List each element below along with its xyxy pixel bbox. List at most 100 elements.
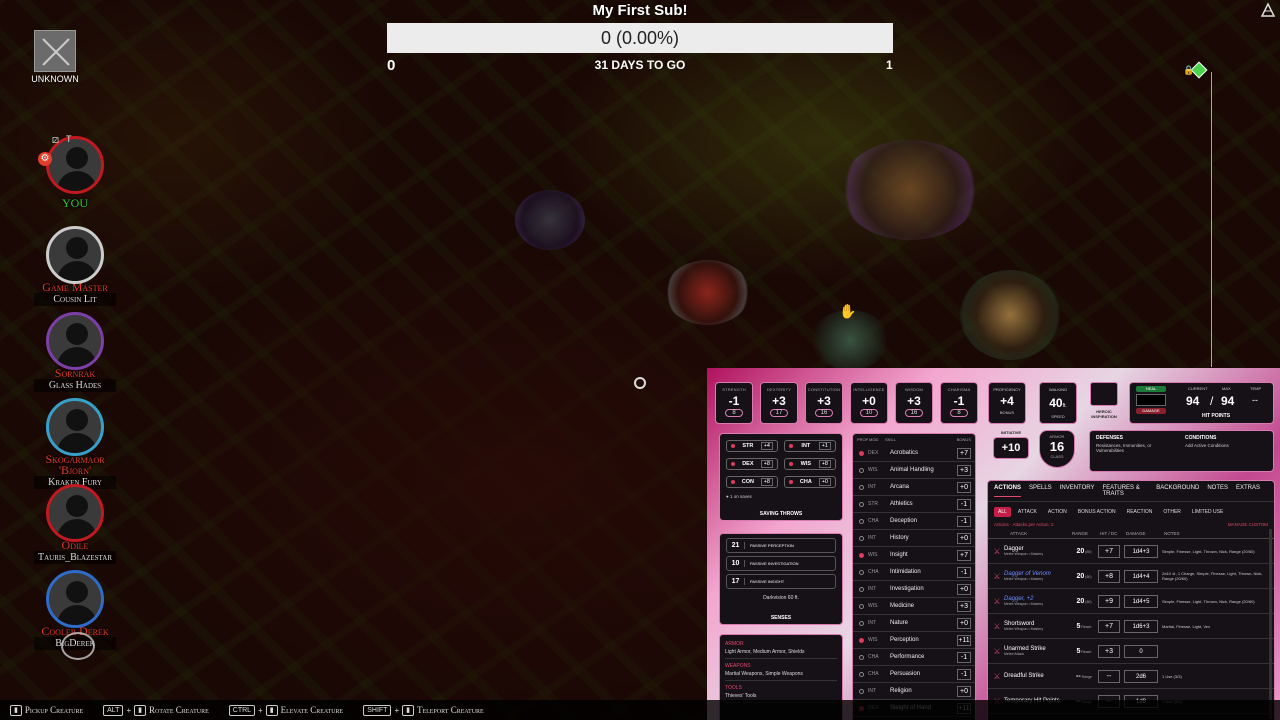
skill-row[interactable]: INT Arcana +0	[853, 479, 975, 496]
creature-token[interactable]	[665, 260, 750, 325]
attack-row[interactable]: ⚔ Dreadful Strike --Range -- 2d6 1 Use (3/3)	[988, 664, 1274, 689]
creature-token[interactable]	[840, 140, 980, 240]
proficiency-text: Light Armor, Medium Armor, Shields	[725, 649, 837, 659]
skill-row[interactable]: CHA Persuasion -1	[853, 666, 975, 683]
skill-row[interactable]: INT Investigation +0	[853, 581, 975, 598]
creature-token[interactable]	[960, 270, 1060, 360]
skill-row[interactable]: CHA Performance -1	[853, 649, 975, 666]
attack-notes: Simple, Finesse, Light, Thrown, Nick, Ra…	[1162, 548, 1255, 554]
weapon-icon: ⚔	[993, 546, 1001, 556]
skill-row[interactable]: WIS Insight +7	[853, 547, 975, 564]
attack-damage-button[interactable]: 1d4+5	[1124, 594, 1158, 608]
creature-token[interactable]	[515, 190, 585, 250]
subtab-action[interactable]: ACTION	[1044, 507, 1071, 517]
subtab-reaction[interactable]: REACTION	[1123, 507, 1157, 517]
attack-damage-button[interactable]: 0	[1124, 644, 1158, 658]
saving-throw[interactable]: STR +4	[726, 440, 778, 452]
skill-row[interactable]: WIS Perception +11	[853, 632, 975, 649]
ability-score-box[interactable]: INTELLIGENCE +0 10	[850, 382, 888, 424]
tab-features-traits[interactable]: FEATURES & TRAITS	[1102, 485, 1148, 497]
attack-range-sub: (60)	[1085, 599, 1092, 604]
attack-hit-button[interactable]: +8	[1098, 569, 1120, 583]
tab-extras[interactable]: EXTRAS	[1236, 485, 1260, 497]
heroic-inspiration-box[interactable]: HEROIC INSPIRATION	[1087, 382, 1121, 424]
skill-name: Performance	[890, 654, 925, 660]
damage-button[interactable]: DAMAGE	[1136, 408, 1166, 414]
weapon-icon: ⚔	[993, 571, 1001, 581]
attack-hit-button[interactable]: --	[1098, 669, 1120, 683]
skill-row[interactable]: INT History +0	[853, 530, 975, 547]
attack-damage-button[interactable]: 2d6	[1124, 669, 1158, 683]
attack-hit-button[interactable]: +7	[1098, 619, 1120, 633]
manage-custom-link[interactable]: MANAGE CUSTOM	[1228, 522, 1268, 527]
skill-row[interactable]: WIS Animal Handling +3	[853, 462, 975, 479]
skill-row[interactable]: INT Religion +0	[853, 683, 975, 700]
attack-damage-button[interactable]: 1d4+3	[1124, 544, 1158, 558]
attack-row[interactable]: ⚔ Unarmed Strike Melee Attack 5Reach +3 0	[988, 639, 1274, 664]
saving-throw[interactable]: DEX +8	[726, 458, 778, 470]
skill-row[interactable]: STR Athletics -1	[853, 496, 975, 513]
attack-subtitle: Melee Attack	[1004, 652, 1025, 656]
attack-damage-button[interactable]: 1d4+4	[1124, 569, 1158, 583]
ability-score-box[interactable]: DEXTERITY +3 17	[760, 382, 798, 424]
dice-corner-icon[interactable]	[1260, 2, 1276, 18]
hp-separator: /	[1210, 394, 1214, 408]
attack-row[interactable]: ⚔ Dagger, +2 Melee Weapon • Mastery 20(60) +…	[988, 589, 1274, 614]
ability-score-box[interactable]: CONSTITUTION +3 16	[805, 382, 843, 424]
defenses-conditions-box[interactable]: DEFENSES Resistances, Immunities, or Vul…	[1089, 430, 1274, 472]
player-entry[interactable]: Odile Tauris_Blazestar	[34, 484, 116, 564]
attack-hit-button[interactable]: +3	[1098, 644, 1120, 658]
skill-row[interactable]: CHA Deception -1	[853, 513, 975, 530]
skill-row[interactable]: CHA Intimidation -1	[853, 564, 975, 581]
attack-hit-button[interactable]: +7	[1098, 544, 1120, 558]
player-entry[interactable]: Sornrak Glass Hades	[34, 312, 116, 392]
saving-throw[interactable]: INT +1	[784, 440, 836, 452]
dice-icon: ⚂	[52, 136, 59, 145]
unknown-player-slot[interactable]: UNKNOWN	[30, 30, 80, 84]
attack-row[interactable]: ⚔ Dagger Melee Weapon • Mastery 20(60) +7 1d4…	[988, 539, 1274, 564]
saving-throw[interactable]: WIS +8	[784, 458, 836, 470]
hint-label: Pickup Creature	[24, 705, 84, 715]
heal-button[interactable]: HEAL	[1136, 386, 1166, 392]
tab-background[interactable]: BACKGROUND	[1156, 485, 1199, 497]
tab-notes[interactable]: NOTES	[1207, 485, 1228, 497]
subtab-other[interactable]: OTHER	[1159, 507, 1185, 517]
character-sheet-panel[interactable]: STRENGTH -1 8 DEXTERITY +3 17 CONSTITUTION +3 16…	[707, 368, 1280, 720]
ability-score-box[interactable]: WISDOM +3 16	[895, 382, 933, 424]
attack-row[interactable]: ⚔ Shortsword Melee Weapon • Mastery 5Reach +…	[988, 614, 1274, 639]
attack-subtitle: Melee Weapon • Mastery	[1004, 552, 1044, 556]
player-entry[interactable]: YOU	[34, 136, 116, 209]
attack-range: 5	[1076, 622, 1081, 630]
hit-points-box[interactable]: HEAL DAMAGE CURRENT MAX TEMP 94 / 94 -- …	[1129, 382, 1274, 424]
skill-bonus: +0	[957, 481, 971, 493]
skill-bonus: -1	[957, 651, 971, 663]
tab-spells[interactable]: SPELLS	[1029, 485, 1052, 497]
skill-row[interactable]: INT Nature +0	[853, 615, 975, 632]
skill-name: Animal Handling	[890, 467, 934, 473]
player-entry[interactable]: Skogarmaor 'Bjorn' Kraken Fury	[34, 398, 116, 489]
saving-throw[interactable]: CHA +0	[784, 476, 836, 488]
ability-label: INTELLIGENCE	[853, 387, 885, 392]
subtab-limited-use[interactable]: LIMITED USE	[1188, 507, 1227, 517]
actions-scrollbar[interactable]	[1269, 529, 1272, 719]
skill-row[interactable]: DEX Acrobatics +7	[853, 445, 975, 462]
ability-label: CHARISMA	[947, 387, 971, 392]
ability-score-box[interactable]: STRENGTH -1 8	[715, 382, 753, 424]
gear-icon[interactable]: ⚙	[38, 152, 52, 166]
skill-row[interactable]: WIS Medicine +3	[853, 598, 975, 615]
subtab-bonus-action[interactable]: BONUS ACTION	[1074, 507, 1120, 517]
subtab-all[interactable]: ALL	[994, 507, 1011, 517]
player-entry[interactable]: Game Master Cousin Lit	[34, 226, 116, 306]
subtab-attack[interactable]: ATTACK	[1014, 507, 1041, 517]
attack-damage-button[interactable]: 1d6+3	[1124, 619, 1158, 633]
tab-actions[interactable]: ACTIONS	[994, 485, 1021, 497]
attack-hit-button[interactable]: +9	[1098, 594, 1120, 608]
attack-row[interactable]: ⚔ Dagger of Venom Melee Weapon • Mastery 20…	[988, 564, 1274, 589]
initiative-box[interactable]: INITIATIVE +10	[993, 430, 1029, 468]
hp-input[interactable]	[1136, 394, 1166, 406]
saving-throw[interactable]: CON +8	[726, 476, 778, 488]
hp-temp[interactable]: --	[1252, 395, 1258, 405]
ability-score-box[interactable]: CHARISMA -1 8	[940, 382, 978, 424]
skill-bonus: -1	[957, 498, 971, 510]
tab-inventory[interactable]: INVENTORY	[1060, 485, 1095, 497]
